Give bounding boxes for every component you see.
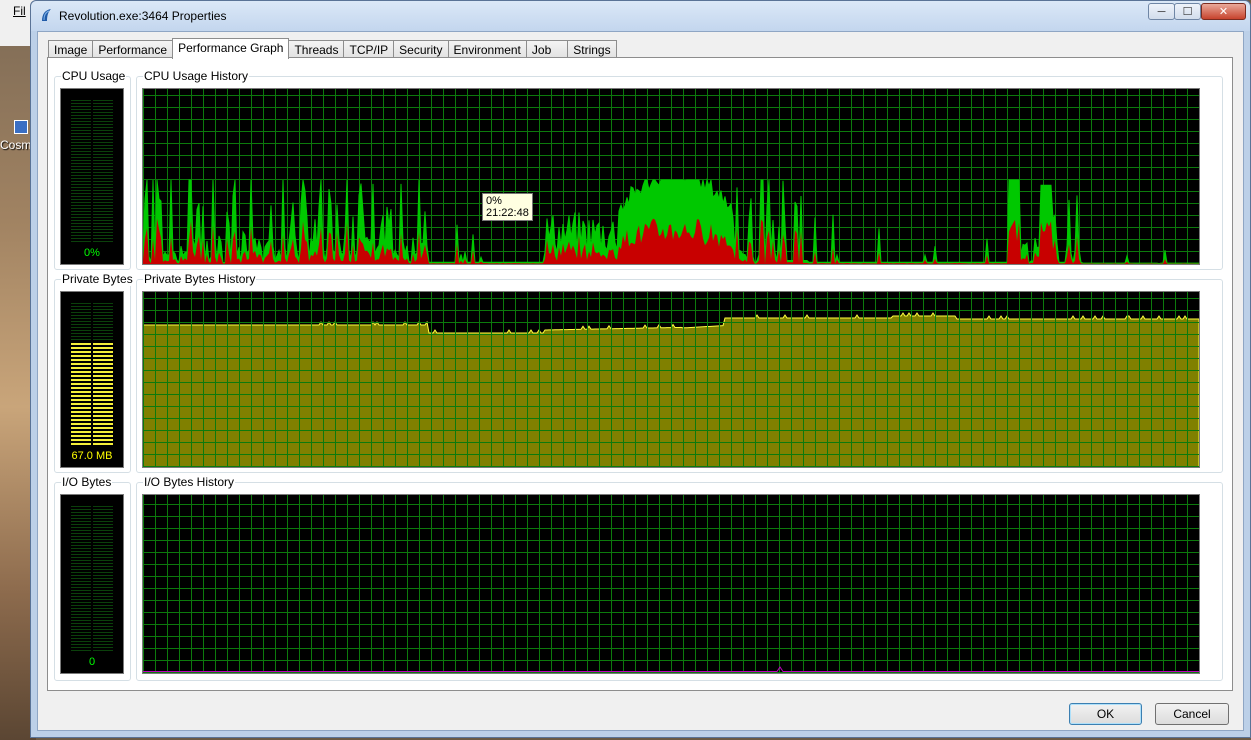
tab-tcpip[interactable]: TCP/IP [343,40,395,58]
shortcut-icon[interactable] [14,120,28,134]
close-icon: ✕ [1218,6,1229,18]
background-menu-label[interactable]: Fil [13,4,26,18]
tab-image[interactable]: Image [48,40,94,58]
performance-graph-page: CPU Usage 0% CPU Usage History 0% 21:22:… [47,57,1233,691]
private-bytes-history-title: Private Bytes History [143,272,257,286]
minimize-button[interactable]: ─ [1148,3,1175,20]
tab-strip: Image Performance Performance Graph Thre… [48,38,617,59]
private-bytes-value: 67.0 MB [71,450,113,462]
dialog-client-area: Image Performance Performance Graph Thre… [37,31,1244,731]
private-bytes-meter-bars [71,302,113,445]
properties-window: Revolution.exe:3464 Properties ─ ☐ ✕ Ima… [30,0,1251,738]
cancel-button[interactable]: Cancel [1155,703,1229,725]
private-bytes-meter: 67.0 MB [60,291,124,468]
io-bytes-meter: 0 [60,494,124,674]
private-bytes-title: Private Bytes [61,272,134,286]
ok-button[interactable]: OK [1069,703,1142,725]
tab-security[interactable]: Security [393,40,449,58]
cpu-history-group: CPU Usage History [136,69,1223,270]
io-bytes-value: 0 [88,656,96,668]
io-bytes-group: I/O Bytes 0 [54,475,131,681]
tooltip-value: 0% [486,195,502,207]
maximize-icon: ☐ [1182,6,1193,18]
cpu-graph-tooltip: 0% 21:22:48 [482,193,533,221]
app-icon [42,9,51,21]
io-graph-svg [143,495,1199,673]
cpu-usage-group: CPU Usage 0% [54,69,131,270]
io-bytes-history-graph[interactable] [142,494,1200,674]
io-history-group: I/O Bytes History [136,475,1223,681]
tab-threads[interactable]: Threads [288,40,345,58]
private-bytes-graph-svg [143,292,1199,467]
graph-grid [143,495,1199,673]
cpu-usage-value: 0% [84,247,100,259]
minimize-icon: ─ [1157,5,1166,18]
title-bar[interactable]: Revolution.exe:3464 Properties ─ ☐ ✕ [31,1,1250,31]
cpu-history-title: CPU Usage History [143,69,250,83]
maximize-button[interactable]: ☐ [1174,3,1201,20]
cpu-meter-bars [71,99,113,242]
cpu-usage-title: CPU Usage [61,69,127,83]
io-history-title: I/O Bytes History [143,475,236,489]
tab-performance-graph[interactable]: Performance Graph [172,38,290,59]
cpu-usage-meter: 0% [60,88,124,265]
private-bytes-history-graph[interactable] [142,291,1200,468]
window-title: Revolution.exe:3464 Properties [59,9,227,23]
tab-performance[interactable]: Performance [92,40,174,58]
io-meter-bars [71,505,113,651]
private-bytes-group: Private Bytes 67.0 MB [54,272,134,473]
private-bytes-history-group: Private Bytes History [136,272,1223,473]
cpu-graph-svg [143,89,1199,264]
tab-strings[interactable]: Strings [567,40,617,58]
tab-job[interactable]: Job [525,40,569,58]
tooltip-time: 21:22:48 [486,207,529,219]
cpu-usage-history-graph[interactable] [142,88,1200,265]
close-button[interactable]: ✕ [1201,3,1246,20]
io-bytes-title: I/O Bytes [61,475,113,489]
tab-environment[interactable]: Environment [447,40,527,58]
